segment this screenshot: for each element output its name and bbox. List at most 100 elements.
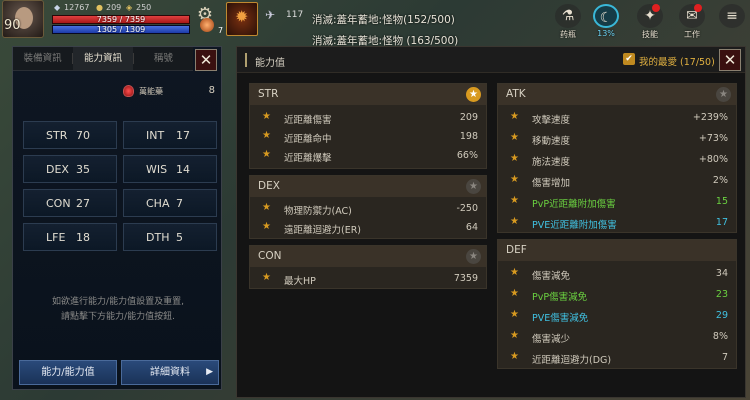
stat-value: 27 (76, 197, 90, 210)
stat-value: 5 (176, 231, 183, 244)
section-con: CON ★ ★ 最大HP 7359 (249, 245, 487, 289)
hint-line-1: 如欲進行能力/能力值設置及重置, (52, 297, 184, 307)
stat-value: 70 (76, 129, 90, 142)
mail-menu-button[interactable]: ✉ 工作 (676, 4, 708, 40)
tab-ability-info[interactable]: 能力資訊 (73, 47, 133, 70)
stat-value: 17 (176, 129, 190, 142)
favorite-star-icon[interactable]: ★ (466, 249, 481, 264)
favorite-star-icon[interactable]: ★ (716, 87, 731, 102)
play-arrow-icon: ▶ (206, 367, 213, 377)
star-icon[interactable]: ★ (262, 130, 271, 141)
right-panel-close-button[interactable]: ✕ (719, 49, 741, 71)
row-label: 近距離爆擊 (284, 153, 332, 164)
info-tabs: 裝備資訊 能力資訊 稱號 (13, 47, 193, 71)
tab-title[interactable]: 稱號 (134, 47, 193, 70)
auto-hunt-button[interactable]: ☾ 13% (590, 4, 622, 38)
row-value: +239% (692, 112, 728, 123)
diamond-icon: ◆ (54, 3, 61, 12)
section-name: CON (258, 250, 282, 262)
row-label: 近距離迴避力(DG) (532, 355, 612, 366)
stat-cell-int: INT 17 (123, 121, 217, 149)
stat-row: ★ 近距離爆擊 66% (250, 146, 486, 165)
star-icon[interactable]: ★ (510, 132, 519, 143)
star-icon[interactable]: ★ (262, 111, 271, 122)
row-label: 攻擊速度 (532, 115, 571, 126)
row-value: 17 (715, 217, 728, 228)
row-value: 29 (715, 310, 728, 321)
panel-title: 能力值 (255, 58, 285, 69)
section-name: DEF (506, 244, 527, 256)
stat-value: 14 (176, 163, 190, 176)
favorite-star-icon[interactable]: ★ (466, 87, 481, 102)
section-header: DEF (498, 240, 736, 261)
skill-menu-button[interactable]: ✦ 技能 (634, 4, 666, 40)
stat-cell-str: STR 70 (23, 121, 117, 149)
auto-hunt-percent: 13% (597, 29, 615, 38)
potion-menu-button[interactable]: ⚗ 药瓶 (552, 4, 584, 40)
section-header: CON ★ (250, 246, 486, 267)
mp-text: 1305 / 1309 (96, 25, 146, 34)
section-def: DEF ★ 傷害減免 34 ★ PvP傷害減免 23 ★ PVE傷害減免 29 … (497, 239, 737, 369)
row-label: 傷害減少 (532, 334, 571, 345)
stat-name: LFE (46, 231, 66, 244)
stat-name: INT (146, 129, 165, 142)
potion-menu-label: 药瓶 (560, 30, 576, 39)
star-icon[interactable]: ★ (510, 267, 519, 278)
quest-tracker-line-1[interactable]: 消滅:蓋年蓄地:怪物(152/500) (312, 12, 455, 27)
star-icon[interactable]: ★ (262, 149, 271, 160)
row-label: PvP傷害減免 (532, 292, 588, 303)
star-icon[interactable]: ★ (262, 202, 271, 213)
favorite-star-icon[interactable]: ★ (466, 179, 481, 194)
favorite-label[interactable]: 我的最愛 (17/50) (639, 54, 715, 68)
row-value: -250 (456, 203, 478, 214)
detail-info-button[interactable]: 詳細資料 ▶ (121, 360, 219, 385)
stat-row: ★ 施法速度 +80% (498, 150, 736, 169)
row-label: PvP近距離附加傷害 (532, 199, 616, 210)
star-icon[interactable]: ★ (510, 111, 519, 122)
stat-row: ★ 傷害減少 8% (498, 327, 736, 346)
row-value: 66% (456, 150, 478, 161)
row-label: PVE近距離附加傷害 (532, 220, 617, 231)
star-icon[interactable]: ★ (510, 330, 519, 341)
stat-row: ★ 攻擊速度 +239% (498, 108, 736, 127)
row-value: 34 (715, 268, 728, 279)
star-icon[interactable]: ★ (510, 288, 519, 299)
potion-icon[interactable] (200, 18, 214, 32)
reset-hint-text: 如欲進行能力/能力值設置及重置, 請點擊下方能力/能力值按鈕. (23, 295, 213, 325)
star-icon[interactable]: ★ (510, 309, 519, 320)
stat-row: ★ 最大HP 7359 (250, 269, 486, 288)
stat-cell-wis: WIS 14 (123, 155, 217, 183)
currency1-value: 12767 (64, 3, 90, 12)
stat-cell-lfe: LFE 18 (23, 223, 117, 251)
notification-dot (652, 4, 660, 12)
star-icon[interactable]: ★ (510, 174, 519, 185)
skill-slot[interactable]: ✹ (226, 2, 258, 36)
stat-cell-con: CON 27 (23, 189, 117, 217)
star-icon[interactable]: ★ (510, 153, 519, 164)
left-panel-close-button[interactable]: ✕ (195, 49, 217, 71)
star-icon[interactable]: ★ (262, 272, 271, 283)
tab-equipment-info[interactable]: 裝備資訊 (13, 47, 72, 70)
ability-stats-button[interactable]: 能力/能力值 (19, 360, 117, 385)
flame-skill-icon: ✹ (235, 7, 249, 26)
stat-row: ★ 移動速度 +73% (498, 129, 736, 148)
main-menu-button[interactable]: ≡ (716, 4, 748, 28)
row-value: 209 (459, 112, 478, 123)
stat-row-pve: ★ PVE傷害減免 29 (498, 306, 736, 325)
mp-bar: 1305 / 1309 (52, 25, 190, 34)
star-icon[interactable]: ★ (262, 221, 271, 232)
stat-name: DTH (146, 231, 170, 244)
hp-text: 7359 / 7359 (96, 15, 146, 24)
star-icon[interactable]: ★ (510, 195, 519, 206)
row-value: +80% (698, 154, 728, 165)
section-name: ATK (506, 88, 526, 100)
hp-bar: 7359 / 7359 (52, 15, 190, 24)
star-icon[interactable]: ★ (510, 216, 519, 227)
potion-count: 7 (218, 26, 224, 35)
stat-row: ★ 近距離命中 198 (250, 127, 486, 146)
feather-count: 117 (286, 10, 304, 20)
star-icon[interactable]: ★ (510, 351, 519, 362)
favorite-checkbox[interactable]: ✔ (623, 53, 635, 65)
section-header: STR ★ (250, 84, 486, 105)
row-value: 8% (712, 331, 728, 342)
